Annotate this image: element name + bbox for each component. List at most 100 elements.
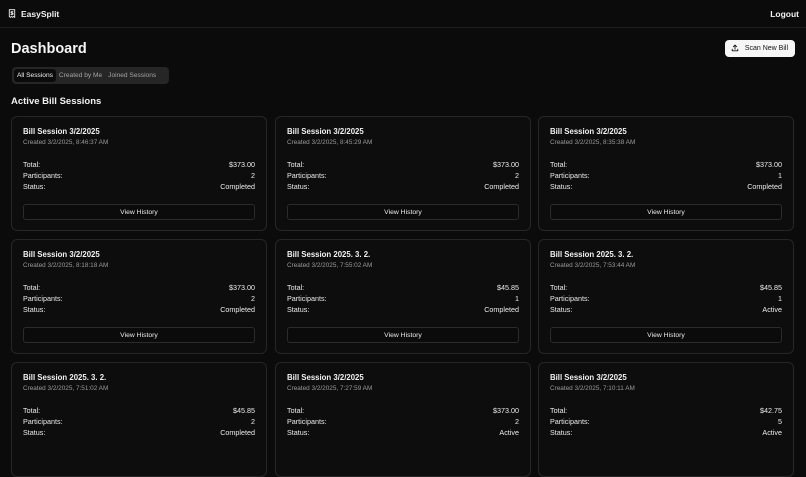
- status-row: Status: Completed: [287, 305, 519, 314]
- participants-value: 2: [515, 417, 519, 426]
- session-created: Created 3/2/2025, 8:35:38 AM: [550, 139, 636, 146]
- status-row: Status: Active: [287, 428, 519, 437]
- participants-row: Participants: 2: [23, 294, 255, 303]
- status-row: Status: Active: [550, 305, 782, 314]
- participants-row: Participants: 1: [550, 171, 782, 180]
- total-label: Total:: [287, 283, 305, 292]
- total-row: Total: $373.00: [287, 160, 519, 169]
- session-title: Bill Session 3/2/2025: [550, 373, 627, 382]
- total-label: Total:: [23, 283, 41, 292]
- status-value: Active: [762, 428, 782, 437]
- tab-all-sessions[interactable]: All Sessions: [14, 69, 56, 82]
- participants-label: Participants:: [550, 294, 590, 303]
- participants-value: 5: [778, 417, 782, 426]
- view-history-button[interactable]: View History: [23, 327, 255, 343]
- session-title: Bill Session 3/2/2025: [550, 127, 627, 136]
- session-title: Bill Session 2025. 3. 2.: [23, 373, 107, 382]
- status-row: Status: Completed: [287, 182, 519, 191]
- tab-joined-sessions[interactable]: Joined Sessions: [105, 69, 159, 82]
- session-card: Bill Session 3/2/2025 Created 3/2/2025, …: [538, 362, 794, 477]
- participants-row: Participants: 2: [287, 417, 519, 426]
- session-created: Created 3/2/2025, 7:10:11 AM: [550, 385, 635, 392]
- total-value: $45.85: [760, 283, 782, 292]
- session-filter-tabs: All Sessions Created by Me Joined Sessio…: [12, 67, 169, 84]
- session-card: Bill Session 2025. 3. 2. Created 3/2/202…: [11, 362, 267, 477]
- participants-row: Participants: 1: [287, 294, 519, 303]
- session-title: Bill Session 3/2/2025: [23, 127, 100, 136]
- session-title: Bill Session 3/2/2025: [287, 373, 364, 382]
- session-card: Bill Session 2025. 3. 2. Created 3/2/202…: [275, 239, 531, 354]
- tab-created-by-me[interactable]: Created by Me: [56, 69, 105, 82]
- upload-icon: [731, 44, 739, 52]
- total-row: Total: $373.00: [23, 283, 255, 292]
- session-created: Created 3/2/2025, 8:45:29 AM: [287, 139, 373, 146]
- participants-row: Participants: 1: [550, 294, 782, 303]
- view-history-button[interactable]: View History: [550, 327, 782, 343]
- status-label: Status:: [550, 305, 573, 314]
- session-title: Bill Session 3/2/2025: [23, 250, 100, 259]
- status-label: Status:: [287, 305, 310, 314]
- session-card: Bill Session 3/2/2025 Created 3/2/2025, …: [11, 239, 267, 354]
- session-created: Created 3/2/2025, 7:51:02 AM: [23, 385, 109, 392]
- view-history-button[interactable]: View History: [23, 204, 255, 220]
- view-history-button[interactable]: View History: [287, 204, 519, 220]
- participants-label: Participants:: [287, 417, 327, 426]
- total-value: $373.00: [229, 160, 255, 169]
- participants-row: Participants: 2: [23, 417, 255, 426]
- total-value: $42.75: [760, 406, 782, 415]
- status-value: Active: [762, 305, 782, 314]
- status-value: Completed: [747, 182, 782, 191]
- total-value: $373.00: [493, 160, 519, 169]
- participants-label: Participants:: [550, 171, 590, 180]
- session-created: Created 3/2/2025, 7:53:44 AM: [550, 262, 636, 269]
- logout-link[interactable]: Logout: [770, 9, 799, 19]
- receipt-icon: [8, 9, 16, 18]
- status-row: Status: Completed: [550, 182, 782, 191]
- status-row: Status: Completed: [23, 305, 255, 314]
- session-created: Created 3/2/2025, 7:55:02 AM: [287, 262, 373, 269]
- participants-value: 2: [515, 171, 519, 180]
- total-value: $373.00: [493, 406, 519, 415]
- status-value: Completed: [220, 305, 255, 314]
- status-label: Status:: [550, 182, 573, 191]
- participants-label: Participants:: [287, 171, 327, 180]
- status-row: Status: Completed: [23, 182, 255, 191]
- total-value: $373.00: [229, 283, 255, 292]
- scan-new-bill-label: Scan New Bill: [744, 44, 788, 52]
- status-label: Status:: [23, 182, 46, 191]
- status-value: Active: [499, 428, 519, 437]
- view-history-button[interactable]: View History: [550, 204, 782, 220]
- total-row: Total: $373.00: [23, 160, 255, 169]
- status-value: Completed: [484, 305, 519, 314]
- status-label: Status:: [550, 428, 573, 437]
- section-title: Active Bill Sessions: [11, 96, 102, 107]
- scan-new-bill-button[interactable]: Scan New Bill: [724, 39, 795, 57]
- participants-label: Participants:: [23, 171, 63, 180]
- total-value: $45.85: [497, 283, 519, 292]
- brand[interactable]: EasySplit: [8, 9, 59, 19]
- view-history-button[interactable]: View History: [287, 327, 519, 343]
- total-row: Total: $45.85: [23, 406, 255, 415]
- total-label: Total:: [287, 160, 305, 169]
- total-row: Total: $42.75: [550, 406, 782, 415]
- session-title: Bill Session 2025. 3. 2.: [287, 250, 371, 259]
- status-value: Completed: [220, 182, 255, 191]
- participants-label: Participants:: [550, 417, 590, 426]
- status-label: Status:: [23, 305, 46, 314]
- app-name: EasySplit: [21, 8, 60, 19]
- participants-value: 1: [778, 171, 782, 180]
- participants-row: Participants: 2: [23, 171, 255, 180]
- page-header: Dashboard Scan New Bill: [11, 39, 795, 57]
- session-created: Created 3/2/2025, 7:27:59 AM: [287, 385, 373, 392]
- total-value: $45.85: [233, 406, 255, 415]
- session-title: Bill Session 2025. 3. 2.: [550, 250, 634, 259]
- participants-label: Participants:: [287, 294, 327, 303]
- total-label: Total:: [550, 406, 568, 415]
- status-label: Status:: [23, 428, 46, 437]
- session-created: Created 3/2/2025, 8:18:18 AM: [23, 262, 109, 269]
- total-label: Total:: [23, 406, 41, 415]
- status-row: Status: Completed: [23, 428, 255, 437]
- total-label: Total:: [23, 160, 41, 169]
- participants-value: 2: [251, 171, 255, 180]
- participants-value: 1: [515, 294, 519, 303]
